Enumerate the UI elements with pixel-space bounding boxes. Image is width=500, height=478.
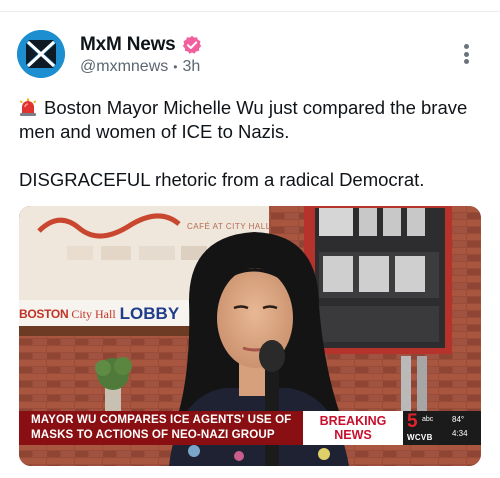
breaking-label: BREAKING <box>319 414 387 428</box>
author-row: MxM News <box>80 33 202 57</box>
station-call-sign: WCVB <box>407 433 433 442</box>
news-label: NEWS <box>334 428 372 442</box>
more-dot <box>463 51 469 57</box>
lobby-sign-lobby: LOBBY <box>119 304 180 323</box>
network-label: abc <box>422 416 434 423</box>
post-card[interactable]: MxM News @mxmnews • 3h Boston Mayor Mich… <box>0 12 500 478</box>
police-siren-icon <box>19 98 37 116</box>
top-divider <box>0 0 500 12</box>
post-video-frame[interactable]: CAFÉ AT CITY HALL BOSTON City Hall LOBBY… <box>19 206 481 466</box>
more-dot <box>463 44 469 49</box>
breaking-news-badge: BREAKING NEWS <box>303 411 403 445</box>
post-text-line-1: Boston Mayor Michelle Wu just compared t… <box>19 97 468 142</box>
author-name[interactable]: MxM News <box>80 34 176 56</box>
cafe-sign-text: CAFÉ AT CITY HALL <box>187 222 271 231</box>
headline-line-2: MASKS TO ACTIONS OF NEO-NAZI GROUP <box>31 427 275 441</box>
verified-badge-icon <box>182 35 202 55</box>
more-dot <box>463 59 469 64</box>
post-paragraph-1: Boston Mayor Michelle Wu just compared t… <box>19 96 481 144</box>
author-handle[interactable]: @mxmnews <box>80 58 168 76</box>
mxm-logo-icon[interactable] <box>17 30 65 78</box>
station-bug: 5 abc WCVB 84° 4:34 <box>403 411 481 445</box>
meta-separator: • <box>173 60 178 74</box>
station-number: 5 <box>407 411 418 432</box>
lobby-sign: BOSTON City Hall LOBBY <box>19 304 189 324</box>
post-timestamp[interactable]: 3h <box>182 58 200 76</box>
post-body: Boston Mayor Michelle Wu just compared t… <box>19 96 481 192</box>
post-text-line-2: DISGRACEFUL rhetoric from a radical Demo… <box>19 169 425 190</box>
lobby-sign-city-hall: City Hall <box>71 306 116 321</box>
post-meta: @mxmnews • 3h <box>80 58 200 76</box>
lobby-sign-boston: BOSTON <box>19 307 69 321</box>
more-options-icon[interactable] <box>454 42 478 66</box>
headline-line-1: MAYOR WU COMPARES ICE AGENTS' USE OF <box>31 413 292 426</box>
broadcast-time: 4:34 <box>452 429 468 438</box>
temperature: 84° <box>452 415 465 424</box>
headline-banner: MAYOR WU COMPARES ICE AGENTS' USE OF MAS… <box>19 411 303 445</box>
news-lower-third: MAYOR WU COMPARES ICE AGENTS' USE OF MAS… <box>19 411 481 445</box>
